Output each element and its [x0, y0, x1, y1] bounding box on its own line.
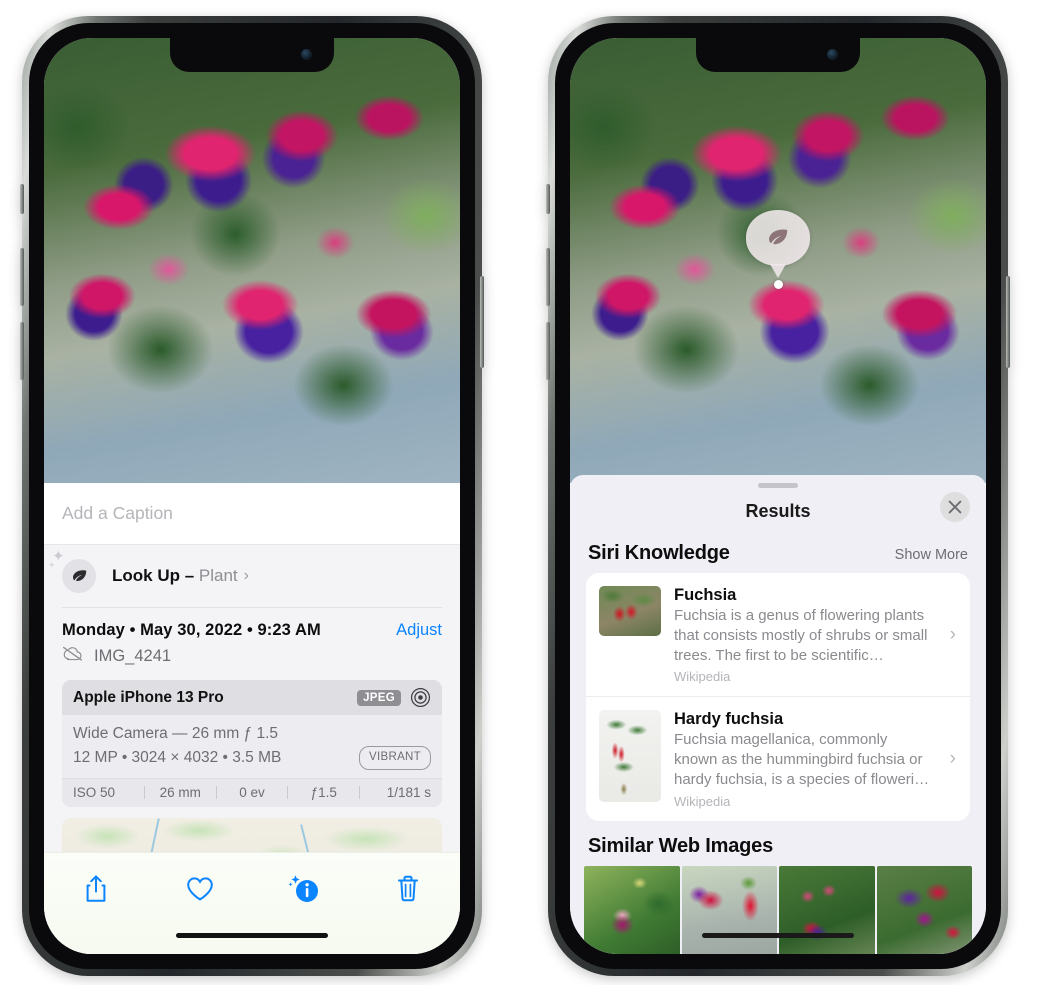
exif-focal: 26 mm [159, 785, 201, 801]
front-camera-icon [301, 49, 312, 60]
photo-date: Monday • May 30, 2022 • 9:23 AM [62, 621, 321, 639]
icloud-slash-icon [62, 646, 83, 666]
siri-knowledge-card: Fuchsia Fuchsia is a genus of flowering … [586, 573, 970, 821]
web-image-tile[interactable] [876, 865, 972, 954]
silent-switch[interactable] [20, 184, 24, 214]
notch [696, 38, 860, 72]
caption-placeholder: Add a Caption [62, 503, 173, 523]
web-image-tile[interactable] [779, 865, 875, 954]
knowledge-title: Fuchsia [674, 586, 737, 604]
front-camera-icon [827, 49, 838, 60]
leaf-icon [746, 210, 810, 266]
sheet-title: Results [745, 500, 811, 521]
favorite-button[interactable] [177, 867, 223, 911]
look-up-subject: Plant [198, 566, 238, 585]
camera-model: Apple iPhone 13 Pro [73, 688, 224, 706]
notch [170, 38, 334, 72]
metadata-block: Monday • May 30, 2022 • 9:23 AM Adjust I… [44, 608, 460, 668]
iphone-left: Add a Caption ✦ ✦ Look Up – Plant › Mond… [20, 16, 484, 976]
look-up-title: Look Up [112, 566, 180, 585]
lens-line: Wide Camera — 26 mm ƒ 1.5 [73, 725, 279, 742]
exif-row: ISO 50 26 mm 0 ev ƒ1.5 1/181 s [62, 778, 442, 808]
web-image-tile[interactable] [681, 865, 777, 954]
volume-up-button[interactable] [546, 248, 550, 306]
look-up-row[interactable]: ✦ ✦ Look Up – Plant › [44, 545, 460, 607]
screenshot-stage: Add a Caption ✦ ✦ Look Up – Plant › Mond… [0, 0, 1055, 985]
similar-web-images-title: Similar Web Images [588, 834, 773, 857]
silent-switch[interactable] [546, 184, 550, 214]
share-button[interactable] [73, 867, 119, 911]
look-up-label: Look Up – Plant [112, 566, 238, 586]
knowledge-description: Fuchsia magellanica, commonly known as t… [674, 731, 930, 788]
knowledge-title: Hardy fuchsia [674, 710, 784, 729]
phone-screen-right: Results Siri Knowledge Show More Fuchsia… [570, 38, 986, 954]
show-more-button[interactable]: Show More [895, 547, 968, 563]
knowledge-source: Wikipedia [674, 793, 731, 809]
side-power-button[interactable] [1006, 276, 1010, 368]
chevron-right-icon: › [949, 623, 956, 645]
lens-icon [410, 687, 431, 708]
home-indicator[interactable] [176, 932, 328, 938]
caption-field[interactable]: Add a Caption [44, 483, 460, 545]
phone-bezel: Results Siri Knowledge Show More Fuchsia… [555, 23, 1001, 969]
exif-aperture: ƒ1.5 [310, 785, 337, 801]
web-image-tile[interactable] [584, 865, 680, 954]
exif-shutter: 1/181 s [386, 785, 431, 801]
knowledge-source: Wikipedia [674, 669, 731, 685]
knowledge-description: Fuchsia is a genus of flowering plants t… [674, 607, 928, 664]
style-badge: VIBRANT [359, 746, 431, 770]
camera-info-card: Apple iPhone 13 Pro JPEG Wide Camera — 2… [62, 680, 442, 808]
similar-web-images-strip[interactable] [570, 865, 986, 954]
sheet-header: Results [570, 488, 986, 534]
siri-knowledge-header: Siri Knowledge Show More [570, 534, 986, 573]
look-up-dash: – [180, 566, 199, 585]
phone-screen-left: Add a Caption ✦ ✦ Look Up – Plant › Mond… [44, 38, 460, 954]
visual-look-up-badge[interactable] [746, 210, 810, 289]
adjust-button[interactable]: Adjust [396, 621, 442, 640]
side-power-button[interactable] [480, 276, 484, 368]
iphone-right: Results Siri Knowledge Show More Fuchsia… [546, 16, 1010, 976]
leaf-icon: ✦ ✦ [48, 549, 96, 593]
sparkle-small-icon: ✦ [48, 560, 56, 570]
delete-button[interactable] [385, 867, 431, 911]
knowledge-thumbnail [599, 586, 661, 636]
volume-down-button[interactable] [546, 322, 550, 380]
photo-viewer[interactable] [44, 38, 460, 483]
home-indicator[interactable] [702, 932, 854, 938]
info-button[interactable] [281, 867, 327, 911]
chevron-right-icon: › [243, 567, 249, 584]
knowledge-row[interactable]: Fuchsia Fuchsia is a genus of flowering … [586, 573, 970, 696]
photo-filename: IMG_4241 [94, 646, 172, 665]
chevron-right-icon: › [949, 748, 956, 770]
format-badge: JPEG [357, 689, 401, 706]
knowledge-thumbnail [599, 710, 661, 803]
section-title: Siri Knowledge [588, 542, 730, 564]
knowledge-row[interactable]: Hardy fuchsia Fuchsia magellanica, commo… [586, 696, 970, 820]
exif-iso: ISO 50 [73, 785, 116, 801]
phone-bezel: Add a Caption ✦ ✦ Look Up – Plant › Mond… [29, 23, 475, 969]
exif-ev: 0 ev [239, 785, 265, 801]
volume-up-button[interactable] [20, 248, 24, 306]
camera-card-header: Apple iPhone 13 Pro JPEG [62, 680, 442, 715]
badge-pointer [770, 264, 786, 278]
specs-line: 12 MP • 3024 × 4032 • 3.5 MB [73, 749, 282, 767]
close-button[interactable] [940, 492, 970, 522]
results-sheet: Results Siri Knowledge Show More Fuchsia… [570, 475, 986, 954]
camera-card-body: Wide Camera — 26 mm ƒ 1.5 12 MP • 3024 ×… [62, 715, 442, 779]
badge-anchor-dot [773, 280, 783, 289]
volume-down-button[interactable] [20, 322, 24, 380]
photo-toolbar [44, 852, 460, 954]
